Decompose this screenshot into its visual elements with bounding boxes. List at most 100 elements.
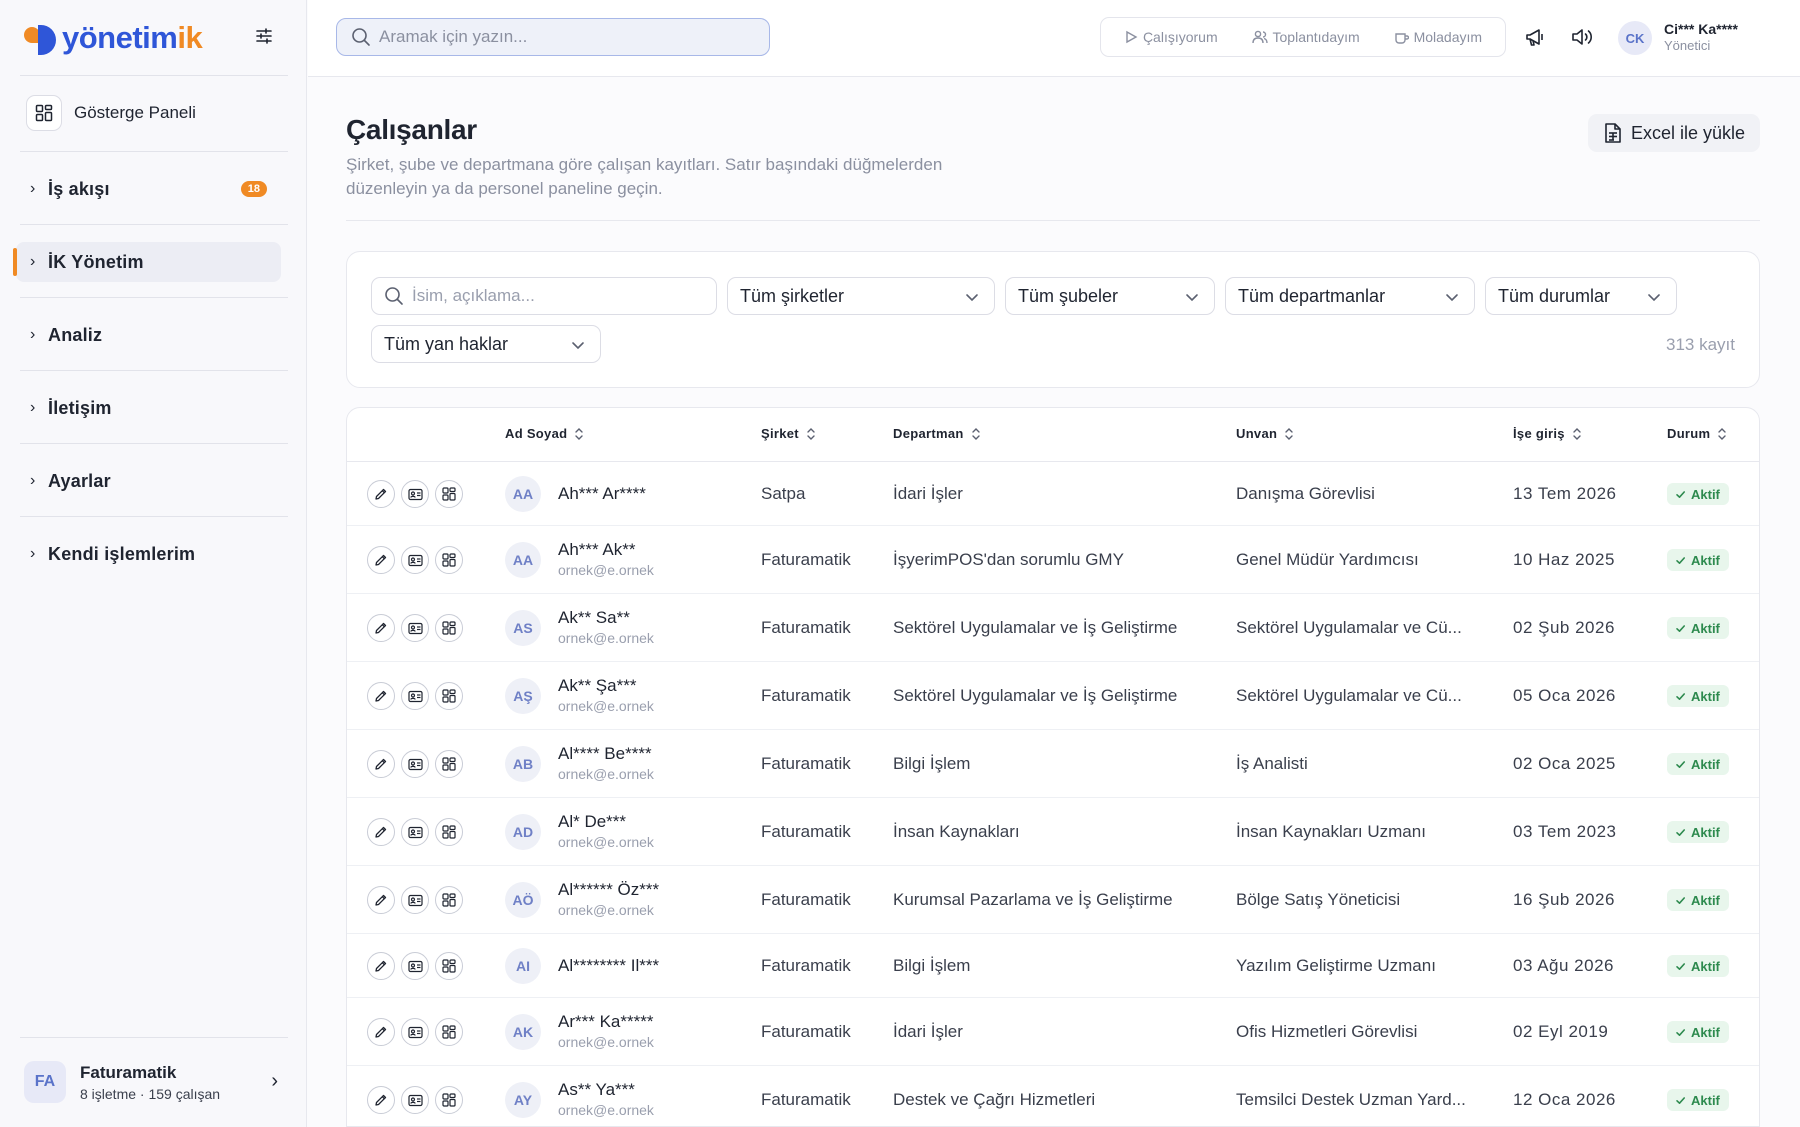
divider: [20, 1037, 288, 1038]
employee-name[interactable]: Ak** Şa***: [558, 676, 636, 696]
personnel-panel-icon[interactable]: [435, 818, 463, 846]
megaphone-icon[interactable]: [1524, 26, 1548, 50]
edit-icon[interactable]: [367, 614, 395, 642]
employee-name[interactable]: Al****** Öz***: [558, 880, 659, 900]
avatar: AA: [505, 542, 541, 578]
global-search[interactable]: [336, 18, 770, 56]
table-row[interactable]: AK Ar*** Ka***** ornek@e.ornek Faturamatik İ…: [347, 998, 1759, 1066]
start-date-cell: 16 Şub 2026: [1513, 890, 1615, 909]
column-header-status[interactable]: Durum: [1667, 426, 1728, 441]
employee-name[interactable]: Al******** Il***: [558, 956, 659, 976]
edit-icon[interactable]: [367, 750, 395, 778]
id-card-icon[interactable]: [401, 546, 429, 574]
id-card-icon[interactable]: [401, 818, 429, 846]
table-row[interactable]: AS Ak** Sa** ornek@e.ornek Faturamatik Sektö…: [347, 594, 1759, 662]
column-header-title[interactable]: Unvan: [1236, 426, 1295, 441]
id-card-icon[interactable]: [401, 614, 429, 642]
app-logo[interactable]: yönetimik: [24, 18, 203, 58]
branch-filter-select[interactable]: Tüm şubeler: [1005, 277, 1215, 315]
sidebar-settings-icon[interactable]: [254, 26, 278, 50]
id-card-icon[interactable]: [401, 480, 429, 508]
personnel-panel-icon[interactable]: [435, 682, 463, 710]
edit-icon[interactable]: [367, 952, 395, 980]
org-summary: 8 işletme · 159 çalışan: [80, 1085, 221, 1102]
table-row[interactable]: AY As** Ya*** ornek@e.ornek Faturamatik Dest…: [347, 1066, 1759, 1126]
table-row[interactable]: AI Al******** Il*** Faturamatik Bilgi İşlem…: [347, 934, 1759, 998]
status-badge: Aktif: [1667, 753, 1729, 775]
title-cell: Bölge Satış Yöneticisi: [1236, 890, 1401, 909]
sidebar-item-settings[interactable]: › Ayarlar: [16, 461, 281, 501]
sidebar-item-label: İletişim: [48, 397, 112, 418]
employee-name[interactable]: Ah*** Ak**: [558, 540, 636, 560]
table-row[interactable]: AA Ah*** Ak** ornek@e.ornek Faturamatik İşye…: [347, 526, 1759, 594]
id-card-icon[interactable]: [401, 1086, 429, 1114]
row-actions: [367, 886, 469, 914]
filter-panel: Tüm şirketler Tüm şubeler Tüm departmanl…: [346, 251, 1760, 388]
table-row[interactable]: AA Ah*** Ar**** Satpa İdari İşler Danışma Gö…: [347, 462, 1759, 526]
column-header-name[interactable]: Ad Soyad: [505, 426, 585, 441]
table-row[interactable]: AÖ Al****** Öz*** ornek@e.ornek Faturamatik…: [347, 866, 1759, 934]
personnel-panel-icon[interactable]: [435, 952, 463, 980]
column-header-department[interactable]: Departman: [893, 426, 982, 441]
employee-name[interactable]: Ar*** Ka*****: [558, 1012, 653, 1032]
company-filter-select[interactable]: Tüm şirketler: [727, 277, 995, 315]
employee-search[interactable]: [371, 277, 717, 315]
personnel-panel-icon[interactable]: [435, 886, 463, 914]
sidebar-item-communication[interactable]: › İletişim: [16, 388, 281, 428]
edit-icon[interactable]: [367, 818, 395, 846]
personnel-panel-icon[interactable]: [435, 614, 463, 642]
row-actions: [367, 480, 469, 508]
user-name[interactable]: Ci*** Ka****: [1664, 21, 1738, 37]
personnel-panel-icon[interactable]: [435, 1018, 463, 1046]
id-card-icon[interactable]: [401, 952, 429, 980]
personnel-panel-icon[interactable]: [435, 1086, 463, 1114]
employee-name[interactable]: Ak** Sa**: [558, 608, 630, 628]
organization-switcher[interactable]: FA Faturamatik 8 işletme · 159 çalışan ›: [24, 1060, 284, 1104]
employee-name[interactable]: Al**** Be****: [558, 744, 652, 764]
employee-name[interactable]: Al* De***: [558, 812, 626, 832]
employee-name[interactable]: Ah*** Ar****: [558, 484, 646, 504]
status-break-button[interactable]: Moladayım: [1394, 29, 1482, 45]
status-meeting-button[interactable]: Toplantıdayım: [1251, 29, 1360, 45]
dashboard-icon: [26, 95, 62, 131]
employee-name[interactable]: As** Ya***: [558, 1080, 635, 1100]
sidebar-item-hr-management[interactable]: › İK Yönetim: [13, 242, 281, 282]
table-header: Ad Soyad Şirket Departman Unvan İşe giri…: [347, 408, 1759, 462]
excel-upload-button[interactable]: Excel ile yükle: [1588, 114, 1760, 152]
sidebar-item-workflow[interactable]: › İş akışı 18: [16, 169, 281, 209]
id-card-icon[interactable]: [401, 886, 429, 914]
id-card-icon[interactable]: [401, 750, 429, 778]
sidebar-item-my-actions[interactable]: › Kendi işlemlerim: [16, 534, 281, 574]
id-card-icon[interactable]: [401, 682, 429, 710]
column-header-company[interactable]: Şirket: [761, 426, 817, 441]
excel-upload-label: Excel ile yükle: [1630, 122, 1746, 143]
status-filter-select[interactable]: Tüm durumlar: [1485, 277, 1677, 315]
benefits-filter-select[interactable]: Tüm yan haklar: [371, 325, 601, 363]
edit-icon[interactable]: [367, 1086, 395, 1114]
table-row[interactable]: AD Al* De*** ornek@e.ornek Faturamatik İnsan…: [347, 798, 1759, 866]
edit-icon[interactable]: [367, 886, 395, 914]
user-role: Yönetici: [1664, 38, 1711, 53]
sidebar-item-dashboard[interactable]: Gösterge Paneli: [26, 95, 196, 131]
department-filter-select[interactable]: Tüm departmanlar: [1225, 277, 1475, 315]
edit-icon[interactable]: [367, 480, 395, 508]
personnel-panel-icon[interactable]: [435, 480, 463, 508]
user-avatar[interactable]: CK: [1618, 21, 1652, 55]
sidebar-item-analytics[interactable]: › Analiz: [16, 315, 281, 355]
workflow-count-badge: 18: [240, 181, 267, 197]
employee-search-input[interactable]: [412, 286, 702, 306]
edit-icon[interactable]: [367, 546, 395, 574]
personnel-panel-icon[interactable]: [435, 546, 463, 574]
volume-icon[interactable]: [1570, 26, 1594, 50]
table-row[interactable]: AŞ Ak** Şa*** ornek@e.ornek Faturamatik Sekt…: [347, 662, 1759, 730]
column-header-start-date[interactable]: İşe giriş: [1513, 426, 1583, 441]
table-row[interactable]: AB Al**** Be**** ornek@e.ornek Faturamatik B…: [347, 730, 1759, 798]
edit-icon[interactable]: [367, 1018, 395, 1046]
id-card-icon[interactable]: [401, 1018, 429, 1046]
global-search-input[interactable]: [379, 27, 739, 47]
edit-icon[interactable]: [367, 682, 395, 710]
status-badge: Aktif: [1667, 549, 1729, 571]
personnel-panel-icon[interactable]: [435, 750, 463, 778]
status-working-button[interactable]: Çalışıyorum: [1124, 29, 1218, 45]
org-avatar: FA: [24, 1061, 66, 1103]
